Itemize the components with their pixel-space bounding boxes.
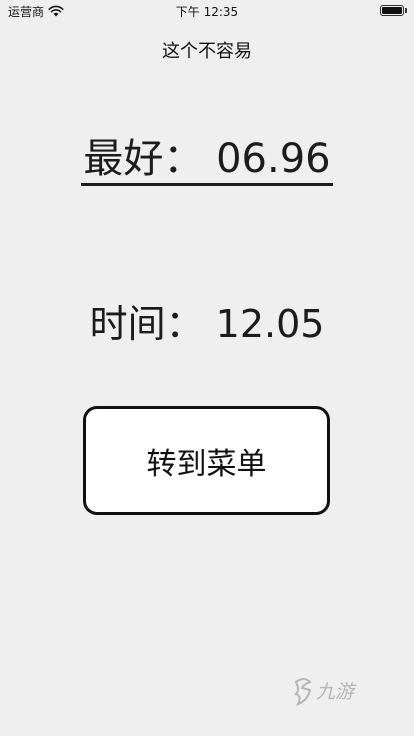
status-bar: 运营商 下午 12:35 <box>0 0 414 22</box>
best-score-text: 最好： 06.96 <box>81 135 333 186</box>
go-to-menu-button[interactable]: 转到菜单 <box>83 406 330 515</box>
watermark-text: 九游 <box>316 681 357 703</box>
go-to-menu-label: 转到菜单 <box>146 446 267 482</box>
battery-cap <box>405 8 407 13</box>
page-title: 这个不容易 <box>162 41 252 62</box>
watermark-logo: 九游 <box>294 678 357 706</box>
watermark-swirl-icon <box>294 678 312 706</box>
battery-icon <box>380 5 404 16</box>
battery-fill <box>382 7 402 14</box>
clock: 下午 12:35 <box>175 5 239 19</box>
time-display: 时间： 12.05 <box>89 302 325 346</box>
best-score: 最好： 06.96 <box>0 133 414 186</box>
